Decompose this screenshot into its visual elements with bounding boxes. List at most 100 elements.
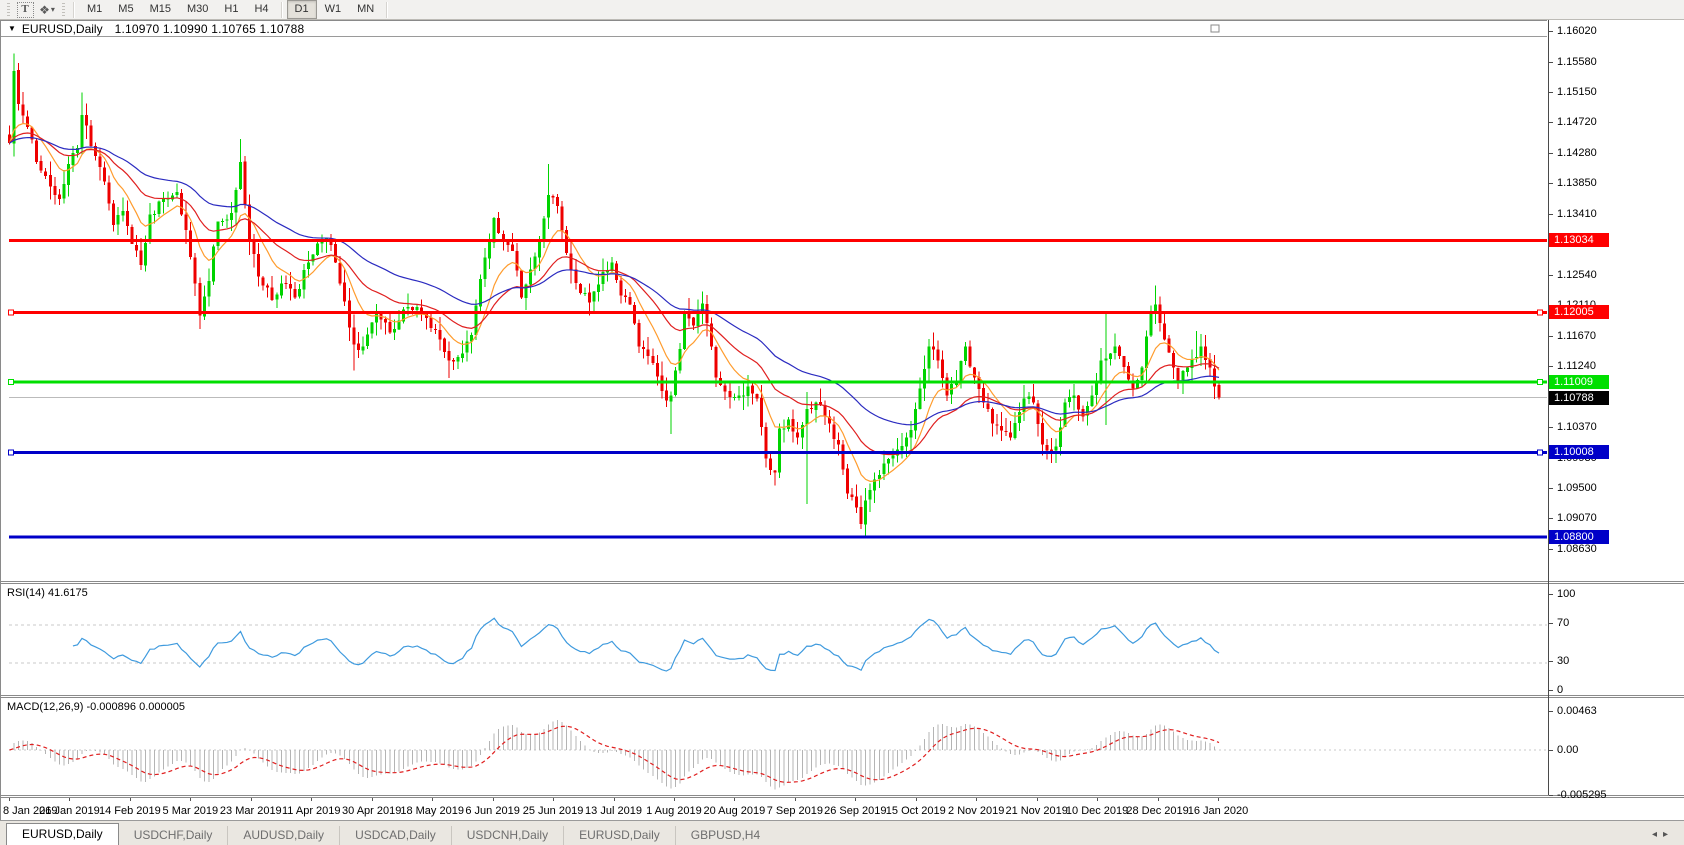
trading-platform-window: T ❖ ▾ M1M5M15M30H1H4D1W1MN ▼ EURUSD,Dail…	[0, 0, 1684, 845]
timeframe-button-m5[interactable]: M5	[110, 0, 141, 19]
rsi-axis-label: 70	[1557, 617, 1569, 629]
date-axis-label: 25 Jun 2019	[523, 805, 584, 817]
axis-tick	[1549, 366, 1553, 367]
top-toolbar: T ❖ ▾ M1M5M15M30H1H4 D1W1MN	[0, 0, 1684, 20]
date-axis-label: 7 Sep 2019	[767, 805, 823, 817]
axis-tick	[1549, 336, 1553, 337]
date-tick	[734, 798, 735, 801]
macd-panel[interactable]: MACD(12,26,9) -0.000896 0.000005	[1, 695, 1684, 795]
date-tick	[1218, 798, 1219, 801]
hline-handle[interactable]	[9, 450, 14, 455]
axis-tick	[1549, 62, 1553, 63]
date-axis-label: 1 Aug 2019	[646, 805, 702, 817]
hline-handle[interactable]	[1538, 380, 1543, 385]
axis-tick	[1549, 750, 1553, 751]
price-axis-label: 1.15150	[1557, 86, 1597, 98]
date-tick	[1097, 798, 1098, 801]
text-tool-icon: T	[17, 2, 34, 18]
axis-tick	[1549, 594, 1553, 595]
hline-handle[interactable]	[9, 380, 14, 385]
price-axis-label: 1.14280	[1557, 147, 1597, 159]
rsi-axis-label: 100	[1557, 588, 1575, 600]
price-tag-1.13034: 1.13034	[1549, 233, 1609, 247]
objects-tool-button[interactable]: ❖ ▾	[37, 1, 57, 18]
hline-handle[interactable]	[1538, 310, 1543, 315]
chart-tab-eurusd-daily[interactable]: EURUSD,Daily	[563, 826, 675, 845]
date-axis-label: 16 Jan 2020	[1188, 805, 1249, 817]
date-tick	[674, 798, 675, 801]
macd-label: MACD(12,26,9) -0.000896 0.000005	[7, 701, 185, 713]
chart-tab-gbpusd-h4[interactable]: GBPUSD,H4	[675, 826, 775, 845]
price-axis-label: 1.09070	[1557, 512, 1597, 524]
price-axis-label: 1.11240	[1557, 360, 1596, 372]
chart-tab-usdcnh-daily[interactable]: USDCNH,Daily	[451, 826, 563, 845]
timeframe-button-h1[interactable]: H1	[216, 0, 246, 19]
tab-scroll-left-icon[interactable]: ◂	[1652, 829, 1663, 840]
axis-tick	[1549, 518, 1553, 519]
axis-tick	[1549, 661, 1553, 662]
tab-scroll-right-icon[interactable]: ▸	[1663, 829, 1674, 840]
timeframe-button-w1[interactable]: W1	[317, 0, 350, 19]
hline-handle[interactable]	[1538, 450, 1543, 455]
date-axis-label: 30 Apr 2019	[342, 805, 401, 817]
timeframe-button-h4[interactable]: H4	[246, 0, 276, 19]
axis-tick	[1549, 275, 1553, 276]
axis-tick	[1549, 153, 1553, 154]
chart-tab-eurusd-daily[interactable]: EURUSD,Daily	[6, 823, 119, 845]
date-tick	[1037, 798, 1038, 801]
date-axis-label: 21 Nov 2019	[1005, 805, 1067, 817]
price-tag-1.12005: 1.12005	[1549, 305, 1609, 319]
macd-axis-label: 0.00	[1557, 744, 1578, 756]
chevron-down-icon: ▾	[51, 5, 55, 14]
price-axis-label: 1.15580	[1557, 56, 1597, 68]
date-tick	[1158, 798, 1159, 801]
timeframe-button-mn[interactable]: MN	[349, 0, 382, 19]
macd-axis-label: 0.00463	[1557, 705, 1597, 717]
timeframe-group: M1M5M15M30H1H4 D1W1MN	[79, 0, 392, 19]
date-tick	[916, 798, 917, 801]
date-axis[interactable]: 8 Jan 201926 Jan 201914 Feb 20195 Mar 20…	[1, 795, 1684, 820]
chart-tab-usdchf-daily[interactable]: USDCHF,Daily	[119, 826, 228, 845]
timeframe-button-m15[interactable]: M15	[142, 0, 179, 19]
candlestick-chart[interactable]	[1, 20, 1684, 581]
chart-shift-marker[interactable]	[1211, 25, 1219, 32]
hline-handle[interactable]	[9, 310, 14, 315]
timeframe-button-d1[interactable]: D1	[287, 0, 317, 19]
axis-tick	[1549, 795, 1553, 796]
price-axis-label: 1.13850	[1557, 177, 1597, 189]
date-axis-label: 26 Jan 2019	[39, 805, 100, 817]
toolbar-grip[interactable]	[62, 3, 65, 17]
date-tick	[372, 798, 373, 801]
date-axis-label: 18 May 2019	[400, 805, 464, 817]
price-tag-1.11009: 1.11009	[1549, 375, 1609, 389]
date-axis-label: 14 Feb 2019	[99, 805, 161, 817]
date-tick	[130, 798, 131, 801]
price-axis-label: 1.11670	[1557, 330, 1596, 342]
axis-tick	[1549, 92, 1553, 93]
price-axis-label: 1.14720	[1557, 116, 1597, 128]
price-axis-label: 1.10370	[1557, 421, 1597, 433]
timeframe-button-m30[interactable]: M30	[179, 0, 216, 19]
objects-icon: ❖	[39, 3, 48, 17]
rsi-axis-label: 0	[1557, 684, 1563, 696]
date-tick	[493, 798, 494, 801]
macd-axis-label: -0.005295	[1557, 789, 1607, 801]
text-label-tool-button[interactable]: T	[15, 1, 35, 18]
axis-tick	[1549, 122, 1553, 123]
axis-tick	[1549, 690, 1553, 691]
current-price-tag: 1.10788	[1549, 391, 1609, 405]
axis-tick	[1549, 549, 1553, 550]
rsi-panel[interactable]: RSI(14) 41.6175	[1, 581, 1684, 695]
timeframe-button-m1[interactable]: M1	[79, 0, 110, 19]
toolbar-grip[interactable]	[7, 3, 10, 17]
date-axis-label: 13 Jul 2019	[585, 805, 642, 817]
date-axis-label: 6 Jun 2019	[465, 805, 519, 817]
date-tick	[69, 798, 70, 801]
date-axis-label: 11 Apr 2019	[282, 805, 341, 817]
chart-tab-usdcad-daily[interactable]: USDCAD,Daily	[339, 826, 451, 845]
axis-tick	[1549, 183, 1553, 184]
chart-tab-audusd-daily[interactable]: AUDUSD,Daily	[227, 826, 339, 845]
price-tag-1.08800: 1.08800	[1549, 530, 1609, 544]
tab-scroll-arrows[interactable]: ◂▸	[1652, 829, 1674, 840]
date-axis-label: 26 Sep 2019	[824, 805, 886, 817]
